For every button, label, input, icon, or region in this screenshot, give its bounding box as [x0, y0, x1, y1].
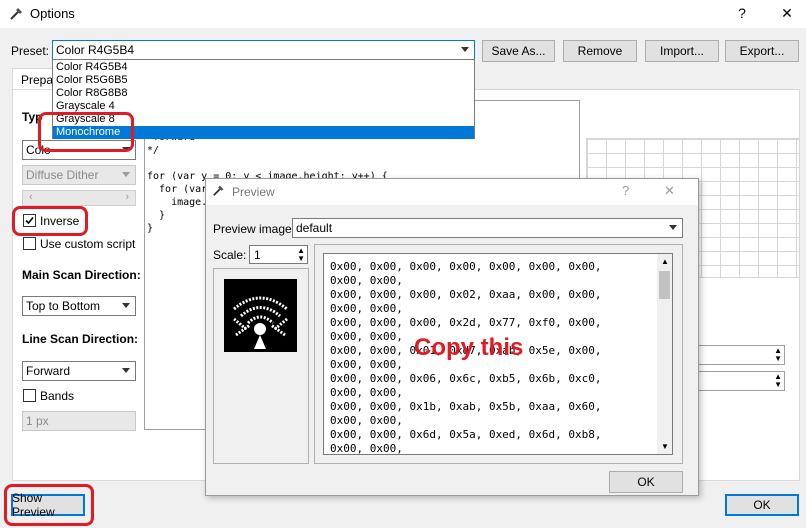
spin-up-down-icon[interactable]: ▲ ▼	[774, 373, 782, 389]
output-line: 0x00, 0x00,	[330, 414, 403, 427]
dither-value: Diffuse Dither	[26, 168, 99, 182]
chevron-left-icon[interactable]: ‹	[29, 191, 33, 203]
bands-checkbox[interactable]	[23, 389, 36, 402]
line-scan-value: Forward	[26, 364, 71, 378]
preview-app-icon	[212, 183, 226, 200]
output-line: 0x00, 0x00, 0x00, 0x00, 0x00, 0x00, 0x00…	[330, 260, 602, 273]
close-button[interactable]: ✕	[772, 2, 802, 24]
annotation-copy-this: Copy this	[414, 334, 524, 361]
wifi-image-icon	[233, 296, 288, 349]
chevron-down-icon	[122, 303, 130, 308]
code-line: */	[147, 145, 160, 156]
preview-image-frame	[213, 268, 309, 464]
output-line: 0x00, 0x00,	[330, 442, 403, 455]
scroll-up-icon[interactable]: ▲	[661, 257, 669, 266]
preview-thumbnail	[224, 279, 297, 352]
threshold-slider[interactable]: ‹ ›	[22, 190, 136, 206]
scale-spinner[interactable]: 1 ▲ ▼	[249, 245, 308, 264]
preview-image-label: Preview image:	[213, 222, 296, 236]
output-line: 0x00, 0x00, 0x00, 0x02, 0xaa, 0x00, 0x00…	[330, 288, 602, 301]
dither-combo[interactable]: Diffuse Dither	[22, 165, 136, 185]
chevron-down-icon	[669, 225, 677, 230]
chevron-down-icon	[122, 368, 130, 373]
chevron-down-icon	[461, 47, 469, 52]
output-line: 0x00, 0x00,	[330, 274, 403, 287]
output-line: 0x00, 0x00, 0x00, 0x2d, 0x77, 0xf0, 0x00…	[330, 316, 602, 329]
preview-help-button[interactable]: ?	[622, 183, 629, 198]
preview-image-value: default	[296, 221, 333, 235]
output-line: 0x00, 0x00,	[330, 302, 403, 315]
preset-combo[interactable]: Color R4G5B4	[52, 40, 475, 60]
preset-option[interactable]: Color R4G5B4	[53, 61, 474, 74]
output-line: 0x00, 0x00, 0x06, 0x6c, 0xb5, 0x6b, 0xc0…	[330, 372, 602, 385]
preview-image-combo[interactable]: default	[292, 218, 683, 238]
preset-label: Preset:	[11, 44, 50, 58]
window-title: Options	[30, 6, 75, 21]
spin-up-down-icon[interactable]: ▲ ▼	[774, 347, 782, 363]
preset-option[interactable]: Color R5G6B5	[53, 74, 474, 87]
scroll-thumb[interactable]	[659, 271, 670, 299]
preset-option[interactable]: Color R8G8B8	[53, 87, 474, 100]
bands-label: Bands	[40, 389, 75, 403]
help-button[interactable]: ?	[727, 2, 757, 24]
scroll-down-icon[interactable]: ▼	[661, 442, 669, 451]
annotation-monochrome	[38, 112, 134, 152]
title-bar	[0, 0, 806, 28]
import-button[interactable]: Import...	[645, 40, 719, 62]
main-scan-label: Main Scan Direction:	[22, 268, 141, 282]
custom-script-checkbox[interactable]	[23, 237, 36, 250]
output-line: 0x00, 0x00,	[330, 386, 403, 399]
scale-label: Scale:	[213, 248, 247, 262]
tab-label: Prepa	[21, 73, 54, 87]
custom-script-label: Use custom script	[40, 237, 136, 251]
scale-value: 1	[254, 248, 261, 262]
band-size-value: 1 px	[26, 414, 49, 428]
annotation-show-preview	[4, 484, 94, 526]
line-scan-combo[interactable]: Forward	[22, 361, 136, 381]
app-icon	[9, 5, 25, 24]
chevron-down-icon	[122, 172, 130, 177]
spin-up-down-icon[interactable]: ▲ ▼	[297, 247, 305, 263]
main-scan-value: Top to Bottom	[26, 299, 101, 313]
save-as-button[interactable]: Save As...	[482, 40, 555, 62]
ok-button[interactable]: OK	[725, 494, 799, 516]
remove-button[interactable]: Remove	[563, 40, 637, 62]
chevron-right-icon[interactable]: ›	[125, 191, 129, 203]
export-button[interactable]: Export...	[725, 40, 799, 62]
preview-title: Preview	[232, 185, 275, 199]
band-size-spinner[interactable]: 1 px	[22, 411, 136, 431]
preview-ok-button[interactable]: OK	[609, 471, 683, 493]
output-scrollbar[interactable]: ▲ ▼	[657, 254, 672, 454]
output-line: 0x00, 0x00, 0x1b, 0xab, 0x5b, 0xaa, 0x60…	[330, 400, 602, 413]
line-scan-label: Line Scan Direction:	[22, 332, 139, 346]
main-scan-combo[interactable]: Top to Bottom	[22, 296, 136, 316]
annotation-inverse	[12, 206, 88, 236]
preview-close-button[interactable]: ✕	[664, 183, 675, 199]
output-line: 0x00, 0x00, 0x6d, 0x5a, 0xed, 0x6d, 0xb8…	[330, 428, 602, 441]
preset-value: Color R4G5B4	[56, 43, 135, 57]
